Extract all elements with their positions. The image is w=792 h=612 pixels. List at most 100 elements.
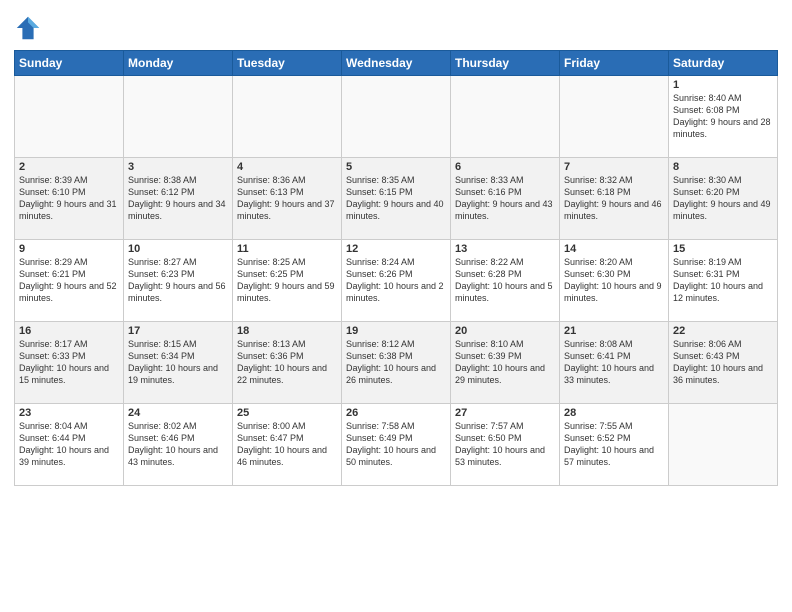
calendar-cell: 6Sunrise: 8:33 AM Sunset: 6:16 PM Daylig… — [451, 158, 560, 240]
calendar-cell: 5Sunrise: 8:35 AM Sunset: 6:15 PM Daylig… — [342, 158, 451, 240]
day-number: 5 — [346, 161, 446, 173]
logo — [14, 14, 46, 42]
weekday-header-thursday: Thursday — [451, 51, 560, 76]
day-info: Sunrise: 8:40 AM Sunset: 6:08 PM Dayligh… — [673, 92, 773, 141]
day-info: Sunrise: 8:33 AM Sunset: 6:16 PM Dayligh… — [455, 174, 555, 223]
day-info: Sunrise: 8:19 AM Sunset: 6:31 PM Dayligh… — [673, 256, 773, 305]
day-info: Sunrise: 8:20 AM Sunset: 6:30 PM Dayligh… — [564, 256, 664, 305]
week-row-1: 1Sunrise: 8:40 AM Sunset: 6:08 PM Daylig… — [15, 76, 778, 158]
day-number: 13 — [455, 243, 555, 255]
day-info: Sunrise: 8:36 AM Sunset: 6:13 PM Dayligh… — [237, 174, 337, 223]
day-number: 1 — [673, 79, 773, 91]
day-info: Sunrise: 8:08 AM Sunset: 6:41 PM Dayligh… — [564, 338, 664, 387]
day-info: Sunrise: 8:22 AM Sunset: 6:28 PM Dayligh… — [455, 256, 555, 305]
calendar-cell: 17Sunrise: 8:15 AM Sunset: 6:34 PM Dayli… — [124, 322, 233, 404]
day-info: Sunrise: 8:17 AM Sunset: 6:33 PM Dayligh… — [19, 338, 119, 387]
weekday-header-sunday: Sunday — [15, 51, 124, 76]
day-number: 11 — [237, 243, 337, 255]
calendar-cell: 3Sunrise: 8:38 AM Sunset: 6:12 PM Daylig… — [124, 158, 233, 240]
weekday-header-tuesday: Tuesday — [233, 51, 342, 76]
day-number: 2 — [19, 161, 119, 173]
calendar-cell — [451, 76, 560, 158]
weekday-header-monday: Monday — [124, 51, 233, 76]
calendar-cell: 27Sunrise: 7:57 AM Sunset: 6:50 PM Dayli… — [451, 404, 560, 486]
week-row-5: 23Sunrise: 8:04 AM Sunset: 6:44 PM Dayli… — [15, 404, 778, 486]
day-number: 17 — [128, 325, 228, 337]
day-info: Sunrise: 8:29 AM Sunset: 6:21 PM Dayligh… — [19, 256, 119, 305]
calendar-cell: 11Sunrise: 8:25 AM Sunset: 6:25 PM Dayli… — [233, 240, 342, 322]
calendar-cell: 19Sunrise: 8:12 AM Sunset: 6:38 PM Dayli… — [342, 322, 451, 404]
day-number: 10 — [128, 243, 228, 255]
week-row-4: 16Sunrise: 8:17 AM Sunset: 6:33 PM Dayli… — [15, 322, 778, 404]
calendar-cell: 22Sunrise: 8:06 AM Sunset: 6:43 PM Dayli… — [669, 322, 778, 404]
calendar-cell — [124, 76, 233, 158]
calendar-cell: 10Sunrise: 8:27 AM Sunset: 6:23 PM Dayli… — [124, 240, 233, 322]
calendar-cell: 13Sunrise: 8:22 AM Sunset: 6:28 PM Dayli… — [451, 240, 560, 322]
calendar-cell: 1Sunrise: 8:40 AM Sunset: 6:08 PM Daylig… — [669, 76, 778, 158]
calendar-cell: 25Sunrise: 8:00 AM Sunset: 6:47 PM Dayli… — [233, 404, 342, 486]
day-info: Sunrise: 8:25 AM Sunset: 6:25 PM Dayligh… — [237, 256, 337, 305]
logo-icon — [14, 14, 42, 42]
week-row-2: 2Sunrise: 8:39 AM Sunset: 6:10 PM Daylig… — [15, 158, 778, 240]
calendar-cell: 15Sunrise: 8:19 AM Sunset: 6:31 PM Dayli… — [669, 240, 778, 322]
day-info: Sunrise: 8:02 AM Sunset: 6:46 PM Dayligh… — [128, 420, 228, 469]
day-number: 7 — [564, 161, 664, 173]
weekday-header-saturday: Saturday — [669, 51, 778, 76]
calendar-cell: 4Sunrise: 8:36 AM Sunset: 6:13 PM Daylig… — [233, 158, 342, 240]
day-number: 28 — [564, 407, 664, 419]
calendar-cell: 16Sunrise: 8:17 AM Sunset: 6:33 PM Dayli… — [15, 322, 124, 404]
calendar-cell: 14Sunrise: 8:20 AM Sunset: 6:30 PM Dayli… — [560, 240, 669, 322]
calendar-cell: 28Sunrise: 7:55 AM Sunset: 6:52 PM Dayli… — [560, 404, 669, 486]
day-number: 26 — [346, 407, 446, 419]
day-number: 15 — [673, 243, 773, 255]
calendar-cell: 26Sunrise: 7:58 AM Sunset: 6:49 PM Dayli… — [342, 404, 451, 486]
day-number: 4 — [237, 161, 337, 173]
day-info: Sunrise: 8:39 AM Sunset: 6:10 PM Dayligh… — [19, 174, 119, 223]
calendar-cell — [233, 76, 342, 158]
day-number: 21 — [564, 325, 664, 337]
day-number: 9 — [19, 243, 119, 255]
day-info: Sunrise: 8:35 AM Sunset: 6:15 PM Dayligh… — [346, 174, 446, 223]
calendar-cell — [560, 76, 669, 158]
calendar-cell: 23Sunrise: 8:04 AM Sunset: 6:44 PM Dayli… — [15, 404, 124, 486]
calendar-cell — [669, 404, 778, 486]
day-info: Sunrise: 7:57 AM Sunset: 6:50 PM Dayligh… — [455, 420, 555, 469]
day-number: 16 — [19, 325, 119, 337]
header — [14, 10, 778, 42]
day-number: 19 — [346, 325, 446, 337]
day-info: Sunrise: 7:58 AM Sunset: 6:49 PM Dayligh… — [346, 420, 446, 469]
calendar-cell: 21Sunrise: 8:08 AM Sunset: 6:41 PM Dayli… — [560, 322, 669, 404]
day-info: Sunrise: 8:30 AM Sunset: 6:20 PM Dayligh… — [673, 174, 773, 223]
day-number: 23 — [19, 407, 119, 419]
day-number: 3 — [128, 161, 228, 173]
day-info: Sunrise: 8:13 AM Sunset: 6:36 PM Dayligh… — [237, 338, 337, 387]
calendar-cell: 24Sunrise: 8:02 AM Sunset: 6:46 PM Dayli… — [124, 404, 233, 486]
day-number: 6 — [455, 161, 555, 173]
weekday-header-row: SundayMondayTuesdayWednesdayThursdayFrid… — [15, 51, 778, 76]
day-info: Sunrise: 8:12 AM Sunset: 6:38 PM Dayligh… — [346, 338, 446, 387]
calendar-cell: 2Sunrise: 8:39 AM Sunset: 6:10 PM Daylig… — [15, 158, 124, 240]
weekday-header-friday: Friday — [560, 51, 669, 76]
calendar-cell: 18Sunrise: 8:13 AM Sunset: 6:36 PM Dayli… — [233, 322, 342, 404]
day-info: Sunrise: 8:00 AM Sunset: 6:47 PM Dayligh… — [237, 420, 337, 469]
day-number: 14 — [564, 243, 664, 255]
day-number: 18 — [237, 325, 337, 337]
day-info: Sunrise: 8:04 AM Sunset: 6:44 PM Dayligh… — [19, 420, 119, 469]
day-number: 12 — [346, 243, 446, 255]
calendar-cell: 20Sunrise: 8:10 AM Sunset: 6:39 PM Dayli… — [451, 322, 560, 404]
week-row-3: 9Sunrise: 8:29 AM Sunset: 6:21 PM Daylig… — [15, 240, 778, 322]
day-info: Sunrise: 7:55 AM Sunset: 6:52 PM Dayligh… — [564, 420, 664, 469]
calendar-cell — [15, 76, 124, 158]
day-number: 25 — [237, 407, 337, 419]
calendar-table: SundayMondayTuesdayWednesdayThursdayFrid… — [14, 50, 778, 486]
weekday-header-wednesday: Wednesday — [342, 51, 451, 76]
day-number: 24 — [128, 407, 228, 419]
day-number: 8 — [673, 161, 773, 173]
day-number: 27 — [455, 407, 555, 419]
calendar-cell: 9Sunrise: 8:29 AM Sunset: 6:21 PM Daylig… — [15, 240, 124, 322]
calendar-cell: 8Sunrise: 8:30 AM Sunset: 6:20 PM Daylig… — [669, 158, 778, 240]
page-container: SundayMondayTuesdayWednesdayThursdayFrid… — [0, 0, 792, 492]
calendar-cell — [342, 76, 451, 158]
day-info: Sunrise: 8:15 AM Sunset: 6:34 PM Dayligh… — [128, 338, 228, 387]
day-info: Sunrise: 8:27 AM Sunset: 6:23 PM Dayligh… — [128, 256, 228, 305]
